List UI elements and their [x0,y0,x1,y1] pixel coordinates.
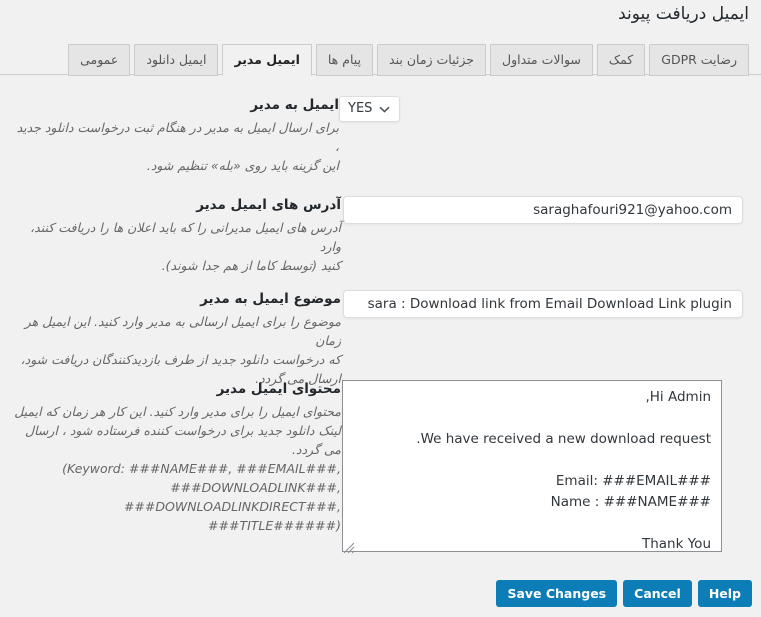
admin-email-subject-heading: موضوع ایمیل به مدیر [200,291,341,307]
email-to-admin-select-value: YES [348,101,373,116]
tab-faq[interactable]: سوالات متداول [489,44,593,76]
admin-email-content-keyword-line-2: ###DOWNLOADLINK###, [170,480,341,495]
footer-button-group: Save Changes Cancel Help [496,580,752,607]
tab-scheduler-details[interactable]: جزئیات زمان بند [377,44,486,76]
admin-email-content-description: محتوای ایمیل را برای مدیر وارد کنید. این… [10,402,341,535]
admin-email-content-description-line-2: لینک دانلود جدید برای درخواست کننده فرست… [24,423,341,438]
tab-list: رضایت GDPR کمک سوالات متداول جزئیات زمان… [66,44,751,76]
setting-row-admin-email-content: Hi Admin, We have received a new downloa… [0,380,761,556]
setting-row-email-to-admin: YES ایمیل به مدیر برای ارسال ایمیل به مد… [0,96,761,175]
admin-email-subject-description: موضوع را برای ایمیل ارسالی به مدیر وارد … [10,312,341,388]
email-to-admin-select[interactable]: YES [339,96,401,122]
chevron-down-icon [379,104,390,115]
admin-email-subject-input[interactable] [343,290,743,318]
page-title: ایمیل دریافت پیوند [618,4,749,24]
email-to-admin-description-column: ایمیل به مدیر برای ارسال ایمیل به مدیر د… [0,96,339,175]
admin-email-addresses-description-line-2: کنید (توسط کاما از هم جدا شوند). [161,258,341,273]
admin-email-addresses-description-line-1: آدرس های ایمیل مدیرانی را که باید اعلان … [30,220,341,254]
admin-email-subject-description-column: موضوع ایمیل به مدیر موضوع را برای ایمیل … [0,290,341,388]
admin-email-content-keyword-line-1: (Keyword: ###NAME###, ###EMAIL###, [62,461,341,476]
tab-admin-email[interactable]: ایمیل مدیر [222,44,312,76]
cancel-button[interactable]: Cancel [623,580,692,607]
email-to-admin-heading: ایمیل به مدیر [250,97,339,113]
save-changes-button[interactable]: Save Changes [496,580,618,607]
tab-help[interactable]: کمک [596,44,646,76]
admin-email-addresses-heading: آدرس های ایمیل مدیر [196,197,341,213]
admin-email-subject-description-line-2: که درخواست دانلود جدید از طرف بازدیدکنند… [20,352,341,367]
tab-bar: رضایت GDPR کمک سوالات متداول جزئیات زمان… [0,32,761,76]
admin-email-content-description-line-1: محتوای ایمیل را برای مدیر وارد کنید. این… [14,404,341,419]
tab-download-email[interactable]: ایمیل دانلود [134,44,219,76]
admin-email-content-description-column: محتوای ایمیل مدیر محتوای ایمیل را برای م… [0,380,341,556]
email-to-admin-description-line-2: این گزینه باید روی «بله» تنظیم شود. [146,158,339,173]
footer-actions: Save Changes Cancel Help [0,580,761,610]
email-to-admin-description-line-1: برای ارسال ایمیل به مدیر در هنگام ثبت در… [16,120,339,154]
setting-row-admin-email-addresses: آدرس های ایمیل مدیر آدرس های ایمیل مدیرا… [0,196,761,275]
admin-email-addresses-input[interactable] [343,196,743,224]
admin-email-content-heading: محتوای ایمیل مدیر [216,381,341,397]
setting-row-admin-email-subject: موضوع ایمیل به مدیر موضوع را برای ایمیل … [0,290,761,388]
admin-email-content-textarea[interactable]: Hi Admin, We have received a new downloa… [342,380,722,552]
email-to-admin-description: برای ارسال ایمیل به مدیر در هنگام ثبت در… [10,118,339,175]
admin-email-content-keyword-line-3: ###DOWNLOADLINKDIRECT###, ###TITLE######… [123,499,341,533]
admin-email-addresses-description: آدرس های ایمیل مدیرانی را که باید اعلان … [10,218,341,275]
tab-messages[interactable]: پیام ها [315,44,374,76]
tab-gdpr-consent[interactable]: رضایت GDPR [649,44,749,76]
tab-general[interactable]: عمومی [68,44,131,76]
help-button[interactable]: Help [697,580,752,607]
admin-email-content-description-line-3: می گردد. [291,442,341,457]
admin-email-addresses-description-column: آدرس های ایمیل مدیر آدرس های ایمیل مدیرا… [0,196,341,275]
admin-email-subject-description-line-1: موضوع را برای ایمیل ارسالی به مدیر وارد … [24,314,341,348]
